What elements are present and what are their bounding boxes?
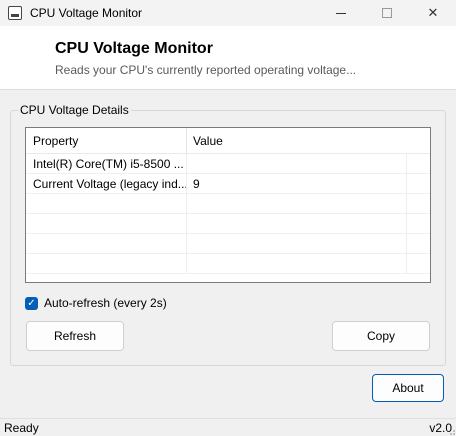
table-row — [26, 194, 430, 214]
status-text: Ready — [4, 420, 39, 435]
copy-button[interactable]: Copy — [332, 321, 430, 351]
column-header-value[interactable]: Value — [187, 128, 407, 153]
maximize-button[interactable] — [364, 0, 410, 26]
cell-value: 9 — [187, 174, 407, 193]
cell-value — [187, 254, 407, 273]
cell-property — [26, 214, 187, 233]
cell-property: Intel(R) Core(TM) i5-8500 ... — [26, 154, 187, 173]
window-title: CPU Voltage Monitor — [30, 6, 143, 20]
table-row — [26, 214, 430, 234]
header-subtitle: Reads your CPU's currently reported oper… — [55, 63, 357, 77]
list-header: Property Value — [26, 128, 430, 154]
header-title: CPU Voltage Monitor — [55, 40, 213, 57]
minimize-button[interactable] — [318, 0, 364, 26]
resize-grip-icon[interactable] — [446, 426, 456, 436]
minimize-icon — [336, 12, 346, 14]
close-icon: ✕ — [427, 5, 439, 20]
cell-property: Current Voltage (legacy ind... — [26, 174, 187, 193]
close-button[interactable]: ✕ — [410, 0, 456, 26]
table-row[interactable]: Intel(R) Core(TM) i5-8500 ... — [26, 154, 430, 174]
header-banner: CPU Voltage Monitor Reads your CPU's cur… — [0, 26, 456, 90]
details-list-view[interactable]: Property Value Intel(R) Core(TM) i5-8500… — [25, 127, 431, 283]
table-row[interactable]: Current Voltage (legacy ind... 9 — [26, 174, 430, 194]
cell-property — [26, 194, 187, 213]
status-bar: Ready v2.0 — [0, 418, 456, 436]
about-button[interactable]: About — [372, 374, 444, 402]
cell-value — [187, 234, 407, 253]
group-legend: CPU Voltage Details — [18, 103, 131, 117]
window-controls: ✕ — [318, 0, 456, 26]
auto-refresh-checkbox-row[interactable]: ✓ Auto-refresh (every 2s) — [25, 295, 167, 311]
cell-value — [187, 194, 407, 213]
auto-refresh-label[interactable]: Auto-refresh (every 2s) — [44, 296, 167, 310]
table-row — [26, 234, 430, 254]
cell-property — [26, 234, 187, 253]
auto-refresh-checkbox[interactable]: ✓ — [25, 296, 38, 310]
cell-property — [26, 254, 187, 273]
title-bar[interactable]: CPU Voltage Monitor ✕ — [0, 0, 456, 26]
refresh-button[interactable]: Refresh — [26, 321, 124, 351]
column-header-property[interactable]: Property — [26, 128, 187, 153]
app-window-icon — [8, 6, 22, 20]
cell-value — [187, 214, 407, 233]
cell-value — [187, 154, 407, 173]
maximize-icon — [382, 8, 392, 18]
table-row — [26, 254, 430, 274]
